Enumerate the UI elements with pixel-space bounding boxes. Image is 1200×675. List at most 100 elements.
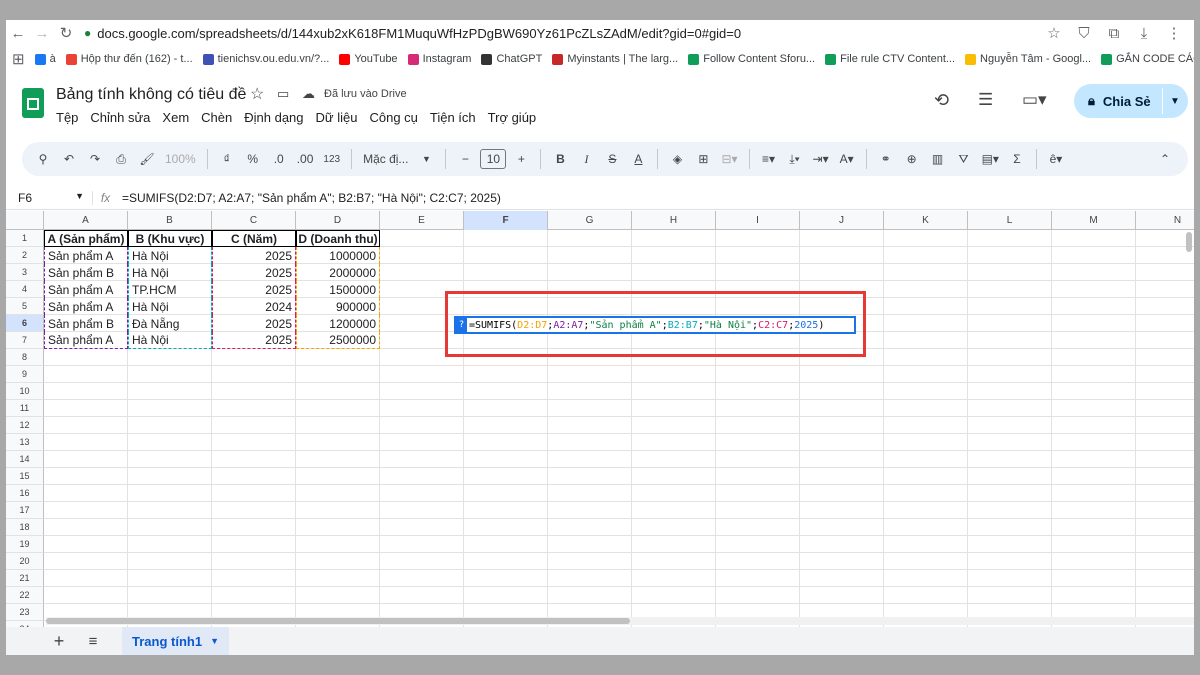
row-header[interactable]: 5 (6, 298, 44, 315)
row-header[interactable]: 15 (6, 468, 44, 485)
version-history-icon[interactable]: ⟲ (934, 90, 949, 111)
table-cell[interactable]: 2024 (212, 298, 296, 315)
select-all-corner[interactable] (6, 211, 44, 230)
tab-sheet1[interactable]: Trang tính1 ▼ (122, 627, 229, 655)
font-select[interactable]: Mặc đị... (360, 147, 411, 171)
chevron-down-icon[interactable]: ▼ (210, 636, 219, 646)
fill-color-icon[interactable]: ◈ (666, 147, 688, 171)
row-header[interactable]: 2 (6, 247, 44, 264)
menu-item[interactable]: Tệp (56, 110, 78, 125)
collapse-toolbar-icon[interactable]: ⌃ (1154, 147, 1176, 171)
row-header[interactable]: 8 (6, 349, 44, 366)
more-formats-button[interactable]: 123 (320, 147, 343, 171)
table-cell[interactable]: 2500000 (296, 332, 380, 349)
row-header[interactable]: 3 (6, 264, 44, 281)
table-cell[interactable]: Hà Nội (128, 298, 212, 315)
table-header-cell[interactable]: C (Năm) (212, 230, 296, 247)
url-field[interactable]: ● docs.google.com/spreadsheets/d/144xub2… (78, 21, 1042, 45)
row-header[interactable]: 13 (6, 434, 44, 451)
menu-item[interactable]: Trợ giúp (488, 110, 537, 125)
table-cell[interactable]: Sản phẩm A (44, 247, 128, 264)
menu-item[interactable]: Tiện ích (430, 110, 476, 125)
row-header[interactable]: 4 (6, 281, 44, 298)
forward-icon[interactable]: → (30, 21, 54, 45)
table-cell[interactable]: TP.HCM (128, 281, 212, 298)
bookmark-item[interactable]: ChatGPT (481, 53, 542, 65)
bookmark-item[interactable]: GẮN CODE CÁC BÀI... (1101, 53, 1194, 65)
font-size-decrease-icon[interactable]: − (454, 147, 476, 171)
strikethrough-icon[interactable]: S (601, 147, 623, 171)
meet-video-icon[interactable]: ▭▾ (1022, 90, 1047, 110)
menu-dots-icon[interactable]: ⋮ (1162, 21, 1186, 45)
bookmark-item[interactable]: Follow Content Sforu... (688, 53, 815, 65)
column-header[interactable]: F (464, 211, 548, 230)
table-cell[interactable]: 900000 (296, 298, 380, 315)
menu-item[interactable]: Chỉnh sửa (90, 110, 150, 125)
bold-icon[interactable]: B (549, 147, 571, 171)
bookmark-item[interactable]: Hộp thư đến (162) - t... (65, 53, 193, 65)
menu-item[interactable]: Công cụ (369, 110, 417, 125)
table-cell[interactable]: 2025 (212, 315, 296, 332)
share-dropdown-icon[interactable]: ▼ (1170, 96, 1180, 107)
search-menus-icon[interactable]: ⚲ (32, 147, 54, 171)
font-size-increase-icon[interactable]: + (510, 147, 532, 171)
menu-item[interactable]: Định dạng (244, 110, 303, 125)
chevron-down-icon[interactable]: ▼ (415, 147, 437, 171)
reload-icon[interactable]: ↻ (54, 21, 78, 45)
shield-extension-icon[interactable]: ⛉ (1072, 21, 1096, 45)
row-header[interactable]: 23 (6, 604, 44, 621)
undo-icon[interactable]: ↶ (58, 147, 80, 171)
add-sheet-icon[interactable]: + (44, 631, 74, 652)
print-icon[interactable]: ⎙ (110, 147, 132, 171)
apps-grid-icon[interactable]: ⊞ (12, 48, 25, 70)
all-sheets-icon[interactable]: ≡ (78, 633, 108, 650)
column-header[interactable]: J (800, 211, 884, 230)
comments-icon[interactable]: ☰ (978, 90, 993, 110)
horizontal-scroll-thumb[interactable] (46, 618, 630, 624)
menu-item[interactable]: Xem (162, 110, 189, 125)
table-cell[interactable]: Hà Nội (128, 247, 212, 264)
text-rotation-icon[interactable]: A▾ (836, 147, 858, 171)
row-header[interactable]: 14 (6, 451, 44, 468)
column-header[interactable]: G (548, 211, 632, 230)
star-icon[interactable]: ☆ (250, 84, 264, 104)
row-header[interactable]: 1 (6, 230, 44, 247)
text-color-icon[interactable]: A (627, 147, 649, 171)
merge-cells-icon[interactable]: ⊟▾ (718, 147, 740, 171)
table-cell[interactable]: 2000000 (296, 264, 380, 281)
bookmark-item[interactable]: Nguyễn Tâm - Googl... (965, 53, 1091, 65)
font-size-input[interactable]: 10 (480, 149, 507, 169)
row-header[interactable]: 21 (6, 570, 44, 587)
table-cell[interactable]: Đà Nẵng (128, 315, 212, 332)
row-header[interactable]: 17 (6, 502, 44, 519)
bookmark-item[interactable]: tienichsv.ou.edu.vn/?... (202, 53, 329, 65)
table-header-cell[interactable]: D (Doanh thu) (296, 230, 380, 247)
table-cell[interactable]: 1200000 (296, 315, 380, 332)
sheets-logo-icon[interactable] (22, 88, 44, 118)
bookmark-item[interactable]: YouTube (339, 53, 398, 65)
column-header[interactable]: E (380, 211, 464, 230)
row-header[interactable]: 20 (6, 553, 44, 570)
currency-format-button[interactable]: ₫ (216, 147, 238, 171)
document-title[interactable]: Bảng tính không có tiêu đề (56, 86, 246, 104)
extensions-icon[interactable]: ⧉ (1102, 21, 1126, 45)
vertical-align-icon[interactable]: ⤓▾ (784, 147, 806, 171)
percent-format-button[interactable]: % (242, 147, 264, 171)
row-header[interactable]: 18 (6, 519, 44, 536)
bookmark-item[interactable]: Myinstants | The larg... (552, 53, 678, 65)
column-header[interactable]: K (884, 211, 968, 230)
redo-icon[interactable]: ↷ (84, 147, 106, 171)
table-cell[interactable]: Sản phẩm A (44, 332, 128, 349)
row-header[interactable]: 16 (6, 485, 44, 502)
table-cell[interactable]: 2025 (212, 332, 296, 349)
table-header-cell[interactable]: B (Khu vực) (128, 230, 212, 247)
table-cell[interactable]: Hà Nội (128, 332, 212, 349)
column-header[interactable]: H (632, 211, 716, 230)
insert-chart-icon[interactable]: ▥ (927, 147, 949, 171)
menu-item[interactable]: Dữ liệu (316, 110, 358, 125)
menu-item[interactable]: Chèn (201, 110, 232, 125)
column-header[interactable]: B (128, 211, 212, 230)
chevron-down-icon[interactable]: ▼ (75, 191, 84, 205)
download-icon[interactable]: ⤓ (1132, 21, 1156, 45)
column-header[interactable]: D (296, 211, 380, 230)
